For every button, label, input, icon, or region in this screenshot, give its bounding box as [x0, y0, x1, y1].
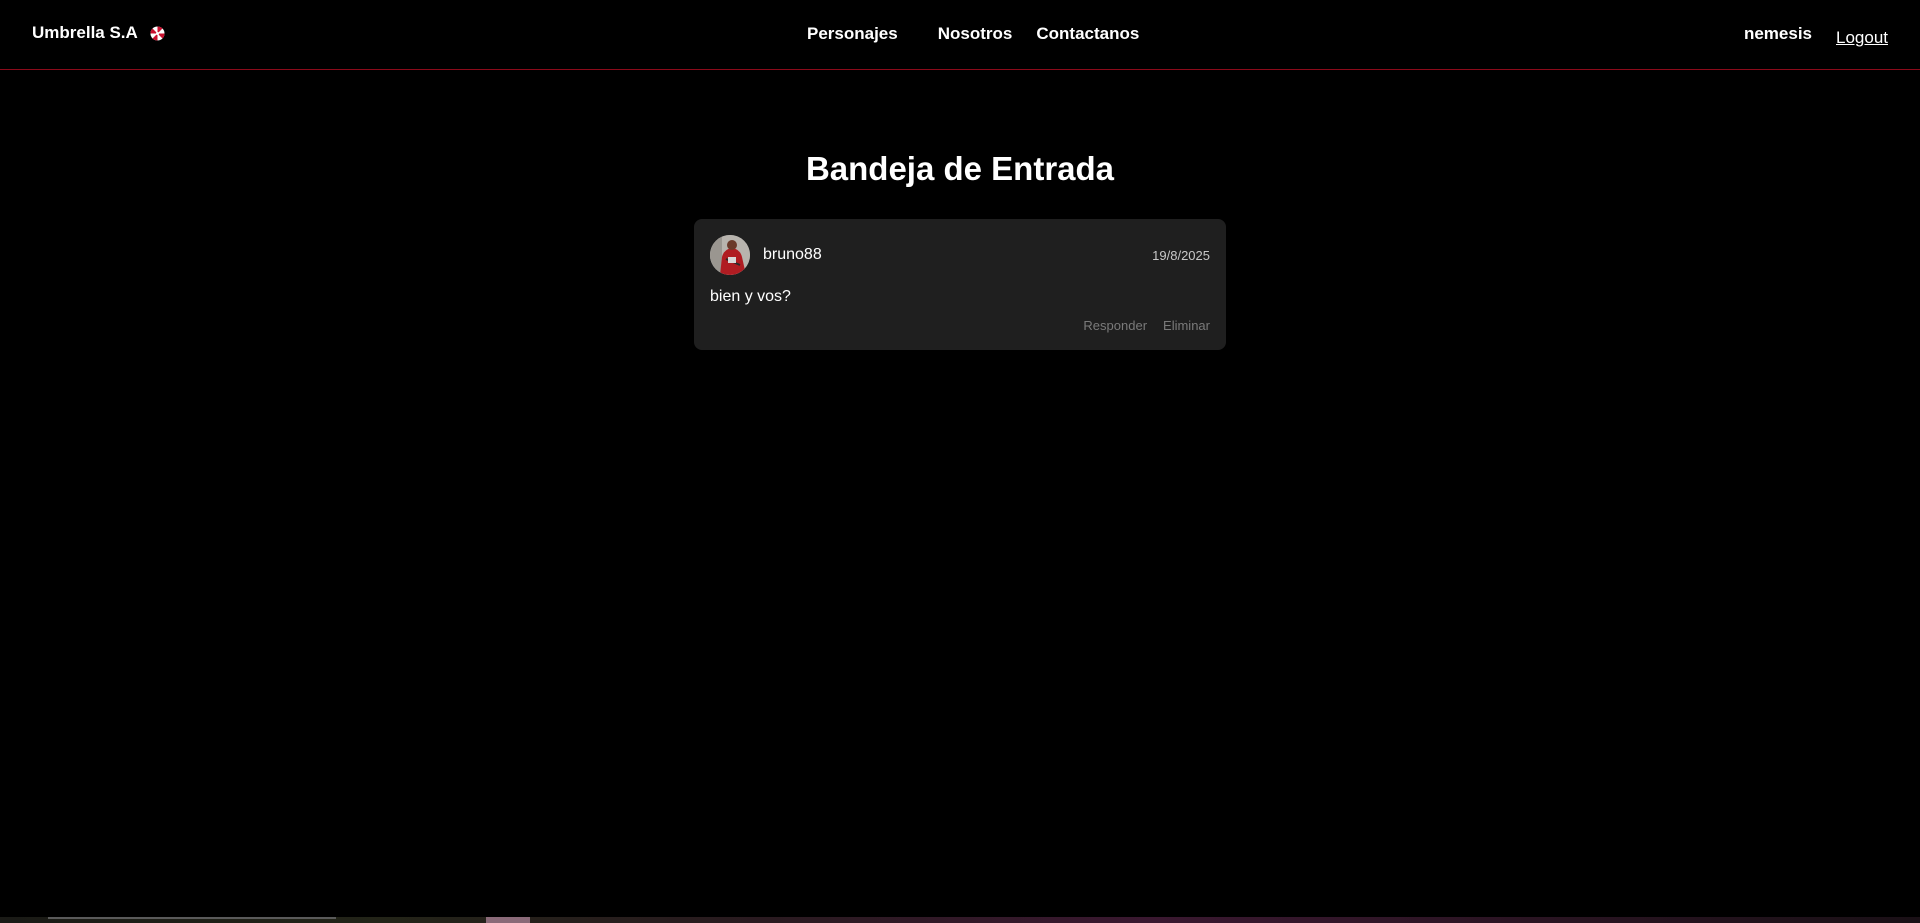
user-area: nemesis Logout: [1744, 24, 1888, 48]
message-actions: Responder Eliminar: [1083, 318, 1210, 333]
message-card[interactable]: bruno88 19/8/2025 bien y vos? Responder …: [694, 219, 1226, 350]
current-username: nemesis: [1743, 24, 1812, 43]
nav-link-contactanos[interactable]: Contactanos: [1036, 24, 1139, 44]
reply-button[interactable]: Responder: [1083, 318, 1147, 333]
nav-link-personajes[interactable]: Personajes: [807, 24, 898, 44]
message-date: 19/8/2025: [1152, 248, 1210, 263]
bottom-strip-segment: [48, 917, 336, 919]
main-nav: Personajes Nosotros Contactanos: [807, 24, 1139, 44]
message-sender: bruno88: [763, 246, 822, 263]
umbrella-logo-icon: [150, 25, 165, 41]
top-navbar: Umbrella S.A Personajes Nosotros Contact…: [0, 0, 1920, 70]
logout-link[interactable]: Logout: [1836, 28, 1888, 48]
bottom-strip-segment: [486, 917, 530, 923]
bottom-strip: [0, 917, 1920, 923]
page-title: Bandeja de Entrada: [805, 150, 1115, 187]
brand[interactable]: Umbrella S.A: [32, 23, 165, 43]
brand-name[interactable]: Umbrella S.A: [32, 23, 138, 43]
delete-button[interactable]: Eliminar: [1163, 318, 1210, 333]
nav-link-nosotros[interactable]: Nosotros: [938, 24, 1013, 44]
user-avatar-icon: [710, 235, 750, 275]
message-body: bien y vos?: [710, 288, 791, 305]
